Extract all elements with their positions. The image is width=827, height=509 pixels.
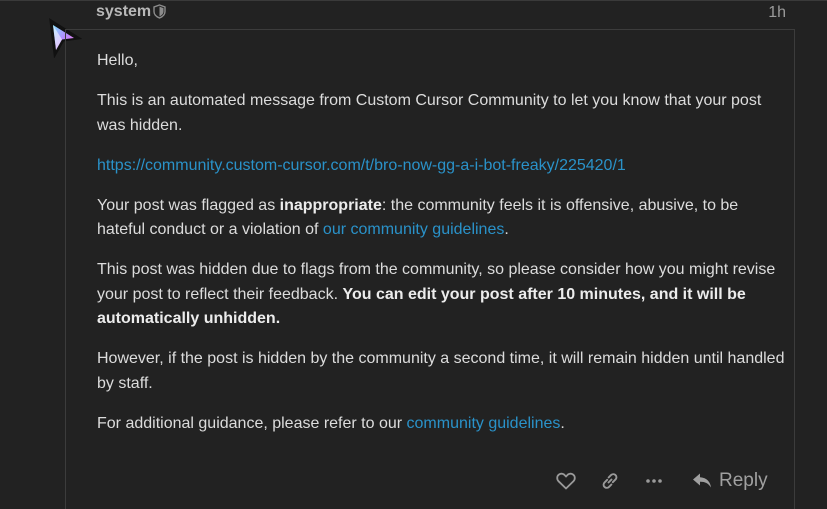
flag-end: . bbox=[504, 221, 509, 238]
post-time[interactable]: 1h bbox=[768, 4, 786, 22]
community-guidelines-link[interactable]: community guidelines bbox=[407, 415, 561, 432]
intro-text: This is an automated message from Custom… bbox=[97, 92, 762, 134]
copy-link-button[interactable] bbox=[598, 466, 622, 496]
flag-paragraph: Your post was flagged as inappropriate: … bbox=[97, 194, 787, 243]
top-divider bbox=[0, 0, 827, 1]
like-button[interactable] bbox=[554, 466, 578, 496]
username[interactable]: system bbox=[96, 3, 151, 21]
post-actions: Reply bbox=[550, 466, 780, 496]
post-meta: system 1h bbox=[96, 3, 786, 23]
ellipsis-icon bbox=[646, 479, 662, 483]
our-guidelines-link[interactable]: our community guidelines bbox=[323, 221, 504, 238]
hidden-post-link[interactable]: https://community.custom-cursor.com/t/br… bbox=[97, 157, 626, 174]
hidden-paragraph: This post was hidden due to flags from t… bbox=[97, 258, 787, 332]
second-time-text: However, if the post is hidden by the co… bbox=[97, 350, 785, 392]
guidance-prefix: For additional guidance, please refer to… bbox=[97, 414, 407, 432]
guidance-paragraph: For additional guidance, please refer to… bbox=[97, 412, 787, 437]
reply-button[interactable]: Reply bbox=[692, 466, 772, 496]
post-link-paragraph: https://community.custom-cursor.com/t/br… bbox=[97, 154, 787, 179]
post-body: Hello, This is an automated message from… bbox=[97, 49, 787, 452]
guidance-end: . bbox=[560, 414, 565, 432]
more-options-button[interactable] bbox=[642, 466, 666, 496]
heart-icon bbox=[556, 472, 576, 490]
link-icon bbox=[602, 473, 618, 489]
shield-icon bbox=[153, 4, 166, 19]
reply-arrow-icon bbox=[693, 473, 711, 488]
flag-reason: inappropriate bbox=[279, 196, 382, 214]
reply-label: Reply bbox=[719, 470, 768, 491]
greeting-text: Hello, bbox=[97, 52, 138, 69]
flag-prefix: Your post was flagged as bbox=[97, 196, 280, 214]
